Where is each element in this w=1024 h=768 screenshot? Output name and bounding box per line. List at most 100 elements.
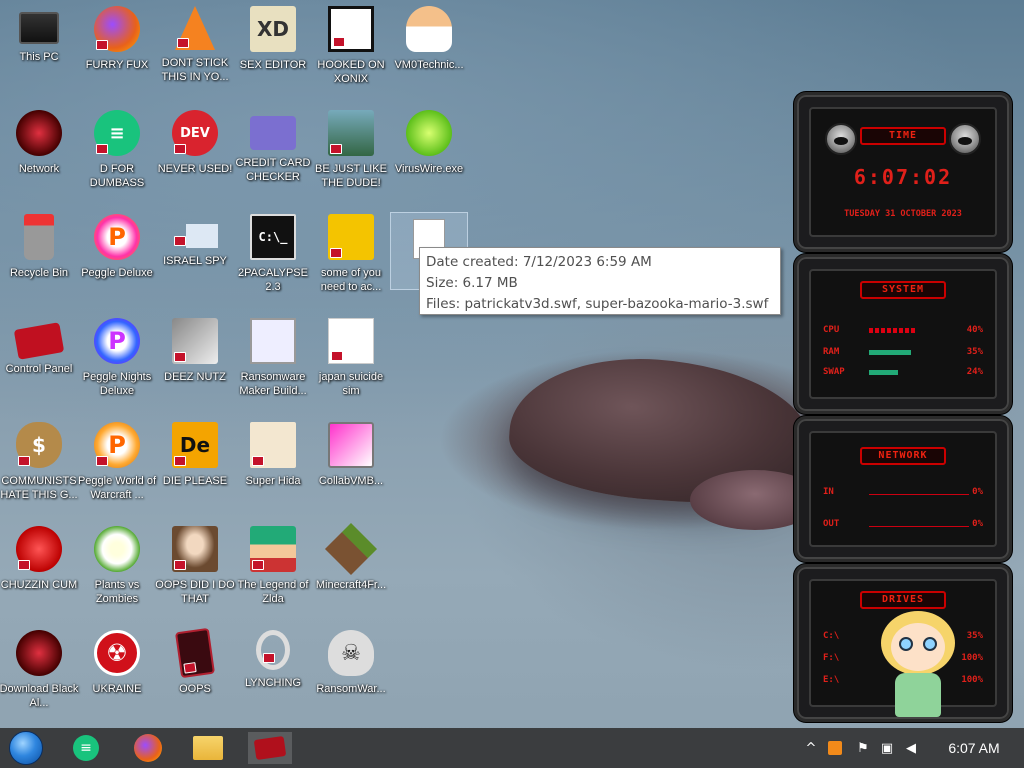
portrait-painting-icon	[172, 526, 218, 572]
desktop-icon-d-for-dumbass[interactable]: ≡ D FOR DUMBASS	[78, 104, 156, 204]
desktop-icon-peggle-wow[interactable]: P Peggle World of Warcraft ...	[78, 416, 156, 516]
shortcut-badge-icon	[174, 144, 186, 154]
devcpp-icon: DEV	[172, 110, 218, 156]
time-widget[interactable]: TIME 6:07:02 TUESDAY 31 OCTOBER 2023	[794, 92, 1012, 252]
desktop-icon-deez-nutz[interactable]: DEEZ NUTZ	[156, 312, 234, 412]
alienware-globe-icon	[16, 110, 62, 156]
alien-head-icon	[825, 123, 857, 155]
app-window-icon	[250, 318, 296, 364]
net-out-row: OUT 0%	[823, 519, 983, 531]
desktop-icon-communists[interactable]: $ COMMUNISTS HATE THIS G...	[0, 416, 78, 516]
desktop-icon-die-please[interactable]: De DIE PLEASE	[156, 416, 234, 516]
ram-value: 35%	[966, 347, 983, 357]
net-in-label: IN	[823, 487, 834, 497]
icon-label: Peggle World of Warcraft ...	[77, 475, 157, 501]
desktop-icon-hooked-on-xonix[interactable]: HOOKED ON XONIX	[312, 0, 390, 100]
desktop-icon-be-just-like-the-dude[interactable]: BE JUST LIKE THE DUDE!	[312, 104, 390, 204]
taskbar-firefox[interactable]	[126, 732, 170, 764]
shortcut-badge-icon	[174, 236, 186, 246]
icon-label: VirusWire.exe	[394, 163, 464, 175]
icon-label: Super Hida	[245, 475, 301, 487]
desktop-icon-download-black-al[interactable]: Download Black Al...	[0, 624, 78, 724]
peggle-icon: P	[94, 214, 140, 260]
start-button[interactable]	[4, 731, 48, 765]
tray-app-icon[interactable]	[824, 728, 846, 768]
desktop-icon-vm0technic[interactable]: VM0Technic...	[390, 0, 468, 100]
action-center-flag-icon[interactable]: ⚑	[852, 728, 874, 768]
icon-label: Ransomware Maker Build...	[239, 371, 307, 397]
icon-label: This PC	[19, 51, 59, 63]
taskbar-clock[interactable]: 6:07 AM	[934, 728, 1014, 768]
volume-speaker-icon[interactable]: ◀	[900, 728, 922, 768]
icon-label: NEVER USED!	[157, 163, 233, 175]
dog-cartoon-icon	[328, 214, 374, 260]
game-screenshot-icon	[328, 318, 374, 364]
vlc-cone-icon	[175, 6, 215, 50]
desktop-icon-japan-suicide-sim[interactable]: japan suicide sim	[312, 312, 390, 412]
time-widget-title: TIME	[860, 127, 946, 145]
icon-label: Minecraft4Fr...	[315, 579, 387, 591]
desktop-icon-ransomware-maker[interactable]: Ransomware Maker Build...	[234, 312, 312, 412]
network-widget[interactable]: NETWORK IN 0% OUT 0%	[794, 416, 1012, 562]
taskbar-control-panel-app[interactable]	[248, 732, 292, 764]
system-widget-title: SYSTEM	[860, 281, 946, 299]
desktop-icon-dont-stick[interactable]: DONT STICK THIS IN YO...	[156, 0, 234, 100]
recycle-bin-icon	[24, 214, 54, 260]
desktop-icon-chuzzin-cum[interactable]: CHUZZIN CUM	[0, 520, 78, 620]
santa-character-icon	[328, 110, 374, 156]
icon-label: 2PACALYPSE 2.3	[238, 267, 308, 293]
desktop-icon-oops-did-i[interactable]: OOPS DID I DO THAT	[155, 520, 235, 620]
desktop-icon-network[interactable]: Network	[0, 104, 78, 204]
peggle-nights-icon: P	[94, 318, 140, 364]
firefox-icon	[134, 734, 162, 762]
credit-card-icon	[250, 116, 296, 150]
shortcut-badge-icon	[174, 560, 186, 570]
desktop-icon-minecraft[interactable]: Minecraft4Fr...	[312, 520, 390, 620]
desktop-icon-peggle-deluxe[interactable]: P Peggle Deluxe	[78, 208, 156, 308]
desktop-icon-oops[interactable]: OOPS	[156, 624, 234, 724]
drives-widget[interactable]: DRIVES C:\ 35% F:\ 100% E:\ 100%	[794, 564, 1012, 722]
desktop-icon-plants-vs-zombies[interactable]: Plants vs Zombies	[78, 520, 156, 620]
shortcut-badge-icon	[18, 456, 30, 466]
desktop-icon-ukraine[interactable]: ☢ UKRAINE	[78, 624, 156, 724]
desktop-icon-never-used[interactable]: DEV NEVER USED!	[156, 104, 234, 204]
cpu-row: CPU 40%	[823, 325, 983, 337]
desktop-icon-this-pc[interactable]: This PC	[0, 0, 78, 100]
desktop-icon-some-of-you[interactable]: some of you need to ac...	[312, 208, 390, 308]
desktop-icon-credit-card-checker[interactable]: CREDIT CARD CHECKER	[234, 104, 312, 204]
icon-label: Plants vs Zombies	[94, 579, 140, 605]
desktop-icon-israel-spy[interactable]: ISRAEL SPY	[156, 208, 234, 308]
desktop-icon-peggle-nights[interactable]: P Peggle Nights Deluxe	[78, 312, 156, 412]
desktop-icon-viruswire[interactable]: VirusWire.exe	[390, 104, 468, 204]
shortcut-badge-icon	[252, 456, 264, 466]
shortcut-badge-icon	[96, 144, 108, 154]
tooltip-files: Files: patrickatv3d.swf, super-bazooka-m…	[426, 296, 769, 312]
icon-label: Download Black Al...	[0, 683, 79, 709]
taskbar-file-explorer[interactable]	[186, 732, 230, 764]
tooltip-size: Size: 6.17 MB	[426, 275, 518, 291]
computer-icon	[19, 12, 59, 44]
red-fuzzball-icon	[16, 526, 62, 572]
widget-date: TUESDAY 31 OCTOBER 2023	[844, 209, 962, 219]
desktop-icon-control-panel[interactable]: Control Panel	[0, 312, 78, 412]
desktop-icon-collabvm[interactable]: CollabVMB...	[312, 416, 390, 516]
desktop-icon-super-hida[interactable]: Super Hida	[234, 416, 312, 516]
cpu-usage-bar	[869, 328, 917, 333]
desktop-icon-recycle-bin[interactable]: Recycle Bin	[0, 208, 78, 308]
desktop-icon-ransomwar[interactable]: ☠ RansomWar...	[312, 624, 390, 724]
desktop-icon-lynching[interactable]: LYNCHING	[234, 624, 312, 724]
network-status-icon[interactable]: ▣	[876, 728, 898, 768]
taskbar-notes-app[interactable]: ≡	[64, 732, 108, 764]
desktop-icon-legend-of-zlda[interactable]: The Legend of Zlda	[234, 520, 312, 620]
system-widget[interactable]: SYSTEM CPU 40% RAM 35% SWAP 24%	[794, 254, 1012, 414]
desktop-icon-furry-fux[interactable]: FURRY FUX	[78, 0, 156, 100]
desktop-icon-sex-editor[interactable]: XD SEX EDITOR	[234, 0, 312, 100]
green-notes-icon: ≡	[94, 110, 140, 156]
show-hidden-icons-chevron-icon[interactable]: ^	[800, 728, 822, 768]
icon-label: Peggle Nights Deluxe	[82, 371, 152, 397]
cartoon-character-sticker	[873, 603, 963, 723]
terminal-icon: C:\_	[250, 214, 296, 260]
hxd-editor-icon: XD	[250, 6, 296, 52]
net-out-value: 0%	[972, 519, 983, 529]
desktop-icon-2pacalypse[interactable]: C:\_ 2PACALYPSE 2.3	[234, 208, 312, 308]
